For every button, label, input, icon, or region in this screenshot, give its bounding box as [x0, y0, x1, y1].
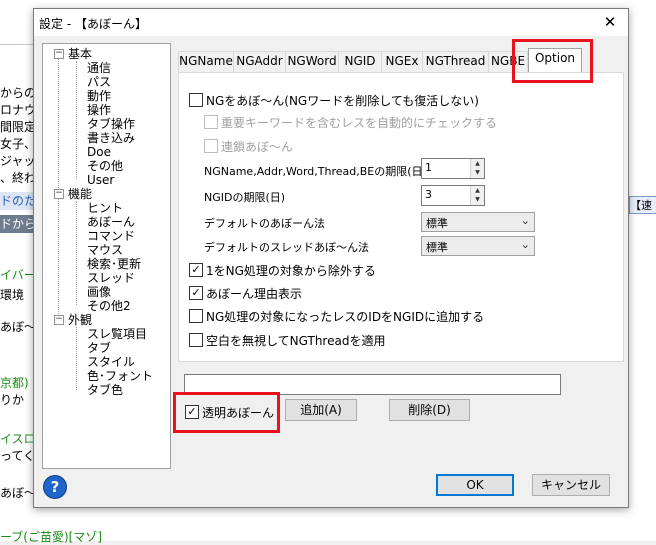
spinner-arrows[interactable]: ▲ ▼ [470, 186, 484, 205]
tree-item[interactable]: その他 [87, 159, 123, 173]
default-abon-select[interactable]: 標準 ⌄ [421, 212, 535, 232]
keyword-check-checkbox[interactable] [204, 115, 218, 129]
tree-item[interactable]: タブ操作 [87, 117, 135, 131]
tree-item[interactable]: Doe [87, 145, 111, 159]
exclude-first-checkbox[interactable]: ✓ [189, 263, 203, 277]
tab-ngaddr[interactable]: NGAddr [233, 51, 286, 72]
tree-item[interactable]: ヒント [87, 201, 123, 215]
tree-item[interactable]: タブ色 [87, 383, 123, 397]
ngid-period-label: NGIDの期限(日) [204, 191, 286, 204]
tree-item[interactable]: 操作 [87, 103, 111, 117]
title-bar: 設定 - 【あぼーん】 ✕ [34, 9, 628, 36]
option-panel: NGをあぼ〜ん(NGワードを削除しても復活しない) 重要キーワードを含むレスを自… [178, 72, 624, 362]
tab-ngname[interactable]: NGName [178, 51, 234, 72]
exclude-first-label: 1をNG処理の対象から除外する [206, 264, 376, 278]
tab-ngword[interactable]: NGWord [285, 51, 339, 72]
bg-fragment: 【速 [629, 196, 656, 214]
settings-tree[interactable]: − 基本 通信 パス 動作 操作 タブ操作 書き込み Doe その他 User … [42, 43, 171, 469]
default-thread-abon-label: デフォルトのスレッドあぼ〜ん法 [204, 241, 369, 254]
bg-divider [0, 44, 33, 46]
spinner-arrows[interactable]: ▲ ▼ [470, 159, 484, 178]
tree-item[interactable]: パス [87, 75, 111, 89]
tree-item[interactable]: タブ [87, 341, 111, 355]
dialog-title: 設定 - 【あぼーん】 [39, 17, 147, 31]
show-reason-label: あぼーん理由表示 [206, 287, 303, 301]
default-abon-label: デフォルトのあぼーん法 [204, 217, 325, 230]
tree-item[interactable]: コマンド [87, 229, 135, 243]
tree-line [76, 327, 77, 390]
help-icon[interactable]: ? [43, 475, 67, 499]
tree-item[interactable]: 画像 [87, 285, 111, 299]
collapse-icon[interactable]: − [54, 49, 64, 59]
tree-item[interactable]: User [87, 173, 114, 187]
chevron-down-icon: ⌄ [520, 238, 530, 251]
tab-ngthread[interactable]: NGThread [422, 51, 489, 72]
tab-ngid[interactable]: NGID [338, 51, 382, 72]
ngid-period-spinner[interactable]: 3 ▲ ▼ [421, 185, 485, 206]
cancel-button[interactable]: キャンセル [532, 474, 610, 496]
chain-abon-label: 連鎖あぼ〜ん [221, 140, 294, 154]
tree-group-basic[interactable]: 基本 [68, 47, 92, 61]
down-arrow-icon[interactable]: ▼ [471, 168, 484, 177]
tab-ngex[interactable]: NGEx [381, 51, 423, 72]
tree-item[interactable]: スレッド [87, 271, 135, 285]
tree-line [76, 201, 77, 305]
tree-item[interactable]: 検索･更新 [87, 257, 141, 271]
default-thread-abon-value: 標準 [426, 241, 448, 254]
ignore-space-label: 空白を無視してNGThreadを適用 [206, 334, 386, 348]
option-tab-highlight [512, 39, 593, 83]
tree-item[interactable]: 書き込み [87, 131, 135, 145]
ngid-period-value: 3 [425, 188, 432, 201]
default-thread-abon-select[interactable]: 標準 ⌄ [421, 236, 535, 256]
tree-group-features[interactable]: 機能 [68, 187, 92, 201]
tree-item[interactable]: 通信 [87, 61, 111, 75]
close-icon[interactable]: ✕ [600, 12, 620, 32]
ng-abon-label: NGをあぼ〜ん(NGワードを削除しても復活しない) [206, 94, 479, 108]
delete-button[interactable]: 削除(D) [389, 399, 470, 421]
transparent-abon-highlight [173, 392, 280, 433]
add-button[interactable]: 追加(A) [285, 399, 357, 421]
ignore-space-checkbox[interactable] [189, 333, 203, 347]
tree-item[interactable]: その他2 [87, 299, 131, 313]
tree-item[interactable]: マウス [87, 243, 123, 257]
ng-abon-checkbox[interactable] [189, 93, 203, 107]
collapse-icon[interactable]: − [54, 315, 64, 325]
ng-period-spinner[interactable]: 1 ▲ ▼ [421, 158, 485, 179]
tree-item[interactable]: 色･フォント [87, 369, 153, 383]
down-arrow-icon[interactable]: ▼ [471, 195, 484, 204]
tree-item[interactable]: 動作 [87, 89, 111, 103]
up-arrow-icon[interactable]: ▲ [471, 159, 484, 168]
keyword-check-label: 重要キーワードを含むレスを自動的にチェックする [221, 116, 498, 130]
settings-dialog: 設定 - 【あぼーん】 ✕ − 基本 通信 パス 動作 操作 タブ操作 書き込み… [33, 8, 629, 508]
up-arrow-icon[interactable]: ▲ [471, 186, 484, 195]
chain-abon-checkbox[interactable] [204, 139, 218, 153]
tree-line [76, 61, 77, 179]
tree-group-appearance[interactable]: 外観 [68, 313, 92, 327]
show-reason-checkbox[interactable]: ✓ [189, 286, 203, 300]
ng-period-label: NGName,Addr,Word,Thread,BEの期限(日) [204, 165, 427, 178]
default-abon-value: 標準 [426, 217, 448, 230]
tree-item[interactable]: スタイル [87, 355, 135, 369]
tree-item[interactable]: スレ覧項目 [87, 327, 147, 341]
collapse-icon[interactable]: − [54, 189, 64, 199]
tree-item[interactable]: あぼーん [87, 215, 135, 229]
chevron-down-icon: ⌄ [520, 214, 530, 227]
add-id-checkbox[interactable] [189, 309, 203, 323]
bg-line: ーブ(ご苗愛)[マゾ] [0, 530, 103, 544]
ng-period-value: 1 [425, 161, 432, 174]
add-id-label: NG処理の対象になったレスのIDをNGIDに追加する [206, 310, 485, 324]
ok-button[interactable]: OK [436, 474, 514, 496]
